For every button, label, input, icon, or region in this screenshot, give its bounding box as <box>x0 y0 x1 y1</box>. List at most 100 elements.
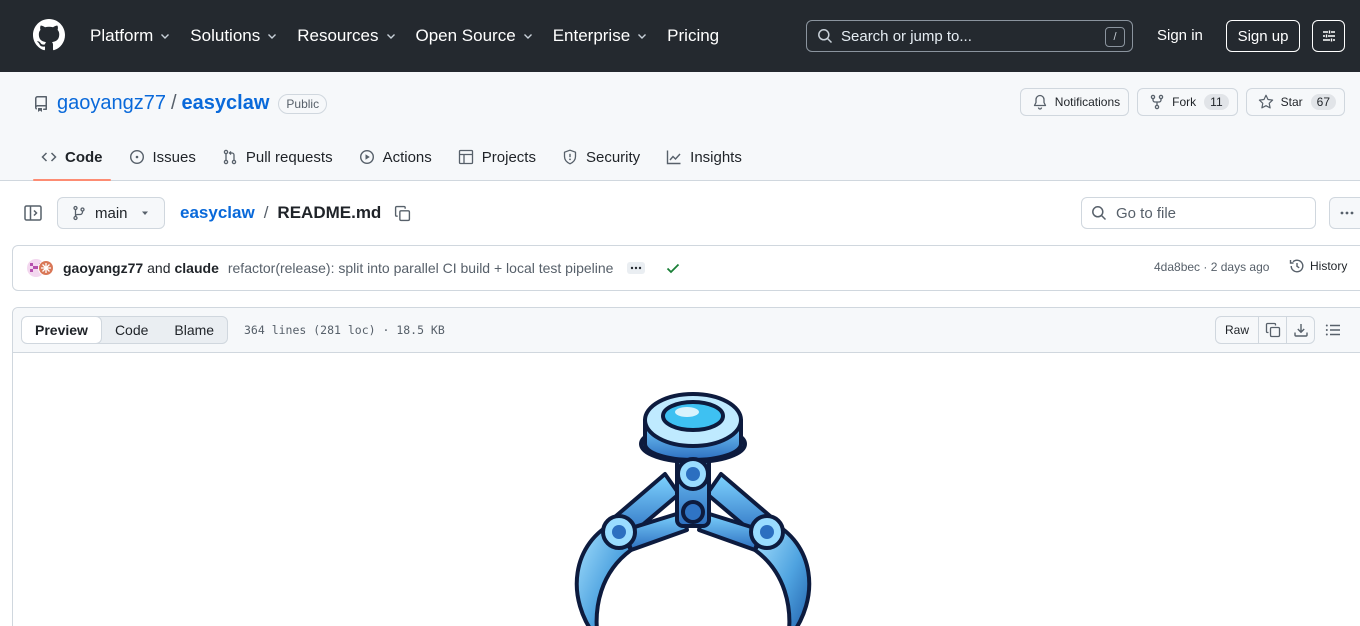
repo-title-separator: / <box>170 92 177 114</box>
history-label: History <box>1310 259 1348 273</box>
nav-open-source-label: Open Source <box>415 26 516 45</box>
branch-name: main <box>95 204 128 222</box>
appearance-settings-button[interactable] <box>1312 20 1345 52</box>
code-mode-button[interactable]: Code <box>102 317 161 343</box>
repo-owner-link[interactable]: gaoyangz77 <box>57 92 166 115</box>
tab-projects[interactable]: Projects <box>450 136 544 178</box>
global-search-input[interactable]: Search or jump to... / <box>806 20 1133 52</box>
nav-resources[interactable]: Resources <box>297 26 396 46</box>
commit-message-link[interactable]: refactor(release): split into parallel C… <box>228 260 614 276</box>
global-header: Platform Solutions Resources Open Source… <box>0 0 1360 72</box>
global-nav: Platform Solutions Resources Open Source… <box>90 0 738 72</box>
repo-actions: Notifications Fork 11 Star 67 <box>1012 88 1345 116</box>
go-to-file-input[interactable]: Go to file <box>1081 197 1316 229</box>
star-button[interactable]: Star 67 <box>1245 88 1345 116</box>
tab-security-label: Security <box>585 148 641 166</box>
file-viewer: Preview Code Blame 364 lines (281 loc) ·… <box>12 307 1360 626</box>
tab-code[interactable]: Code <box>33 136 111 181</box>
fork-icon <box>1150 94 1164 110</box>
tab-issues[interactable]: Issues <box>121 136 204 178</box>
tab-actions[interactable]: Actions <box>351 136 440 178</box>
commit-author-link[interactable]: gaoyangz77 <box>63 260 143 276</box>
commit-sha-and-time[interactable]: 4da8bec · 2 days ago <box>1154 260 1269 274</box>
tab-security[interactable]: Security <box>554 136 648 178</box>
bell-icon <box>1033 94 1046 110</box>
repo-name-link[interactable]: easyclaw <box>182 92 270 115</box>
claw-logo-icon <box>574 392 812 626</box>
latest-commit-bar: gaoyangz77 and claude refactor(release):… <box>12 245 1360 291</box>
chevron-down-icon <box>638 34 647 39</box>
nav-platform-label: Platform <box>90 26 154 45</box>
graph-icon <box>666 150 681 165</box>
chevron-down-icon <box>386 34 395 39</box>
fork-label: Fork <box>1172 95 1197 109</box>
expand-file-tree-button[interactable] <box>23 203 43 223</box>
chevron-down-icon <box>268 34 277 39</box>
tab-issues-label: Issues <box>152 148 196 166</box>
github-logo-icon[interactable] <box>33 19 65 51</box>
chevron-down-icon <box>523 34 532 39</box>
fork-count: 11 <box>1204 94 1229 110</box>
nav-pricing-label: Pricing <box>667 26 720 45</box>
check-icon <box>667 263 680 274</box>
nav-pricing[interactable]: Pricing <box>667 26 719 46</box>
repo-icon <box>34 95 47 112</box>
code-icon <box>41 152 57 162</box>
readme-logo-image <box>553 382 833 626</box>
repo-header: gaoyangz77 / easyclaw Public Notificatio… <box>0 72 1360 181</box>
pull-request-icon <box>223 149 237 165</box>
blame-mode-button[interactable]: Blame <box>161 317 227 343</box>
ellipsis-icon <box>631 266 642 270</box>
notifications-label: Notifications <box>1054 95 1121 109</box>
branch-selector-button[interactable]: main <box>57 197 165 229</box>
sign-up-button[interactable]: Sign up <box>1226 20 1300 52</box>
raw-button[interactable]: Raw <box>1216 317 1258 343</box>
breadcrumb-separator: / <box>263 203 269 222</box>
search-shortcut-key: / <box>1105 27 1125 47</box>
ci-status-button[interactable] <box>665 260 681 276</box>
tab-insights-label: Insights <box>690 148 742 166</box>
caret-down-icon <box>141 211 148 215</box>
fork-button[interactable]: Fork 11 <box>1137 88 1238 116</box>
copy-path-button[interactable] <box>394 205 411 222</box>
nav-enterprise[interactable]: Enterprise <box>553 26 648 46</box>
kebab-horizontal-icon <box>1340 211 1354 215</box>
file-viewer-header: Preview Code Blame 364 lines (281 loc) ·… <box>13 308 1360 353</box>
git-branch-icon <box>73 205 85 221</box>
sign-in-link[interactable]: Sign in <box>1157 27 1203 44</box>
nav-solutions[interactable]: Solutions <box>190 26 278 46</box>
breadcrumb-file-name: README.md <box>277 203 382 222</box>
download-icon <box>1293 324 1308 337</box>
copy-raw-content-button[interactable] <box>1258 317 1286 343</box>
search-placeholder: Search or jump to... <box>841 27 972 45</box>
star-icon <box>1258 94 1273 109</box>
tab-insights[interactable]: Insights <box>658 136 750 178</box>
copy-icon <box>1265 322 1280 338</box>
expand-commit-message-button[interactable] <box>627 262 646 274</box>
sliders-icon <box>1322 30 1335 42</box>
nav-open-source[interactable]: Open Source <box>416 26 534 46</box>
tab-pull-requests[interactable]: Pull requests <box>214 136 341 178</box>
commit-coauthor-link[interactable]: claude <box>175 260 219 276</box>
history-button[interactable]: History <box>1289 258 1347 274</box>
nav-solutions-label: Solutions <box>190 26 261 45</box>
star-label: Star <box>1280 95 1303 109</box>
notifications-button[interactable]: Notifications <box>1019 88 1130 116</box>
file-tools-group: Raw <box>1215 316 1316 344</box>
commit-and-text: and <box>147 260 171 276</box>
sidebar-expand-icon <box>24 205 42 221</box>
outline-button[interactable] <box>1325 322 1341 338</box>
download-raw-file-button[interactable] <box>1286 317 1314 343</box>
star-count: 67 <box>1310 94 1336 110</box>
nav-resources-label: Resources <box>297 26 379 45</box>
issue-icon <box>129 149 144 165</box>
tab-pull-requests-label: Pull requests <box>245 148 333 166</box>
search-icon <box>818 29 833 44</box>
avatar-icon <box>27 259 54 277</box>
more-options-button[interactable] <box>1329 197 1360 229</box>
preview-mode-button[interactable]: Preview <box>22 317 102 343</box>
nav-platform[interactable]: Platform <box>90 26 171 46</box>
repo-tabs: Code Issues Pull requests Actions Projec… <box>33 136 760 181</box>
history-icon <box>1289 259 1304 273</box>
breadcrumb-repo-link[interactable]: easyclaw <box>180 203 255 223</box>
